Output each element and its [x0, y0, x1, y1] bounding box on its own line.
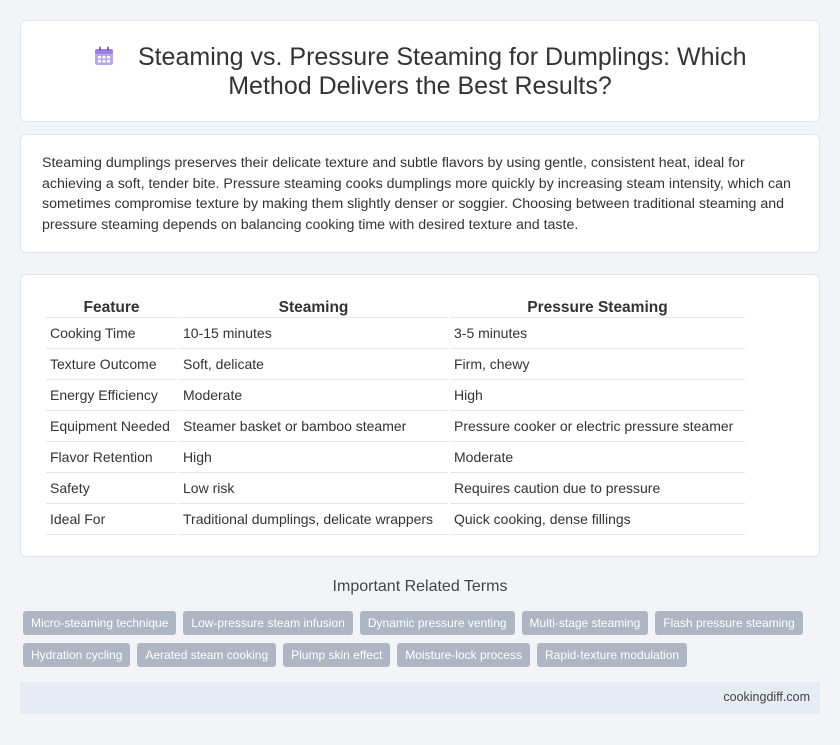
footer-site-link[interactable]: cookingdiff.com [723, 690, 810, 704]
table-header-row: Feature Steaming Pressure Steaming [46, 296, 745, 318]
table-cell: 10-15 minutes [179, 318, 448, 349]
table-cell: Flavor Retention [46, 442, 177, 473]
page-title: Steaming vs. Pressure Steaming for Dumpl… [137, 43, 747, 100]
table-cell: Low risk [179, 473, 448, 504]
table-cell: Requires caution due to pressure [450, 473, 745, 504]
footer: cookingdiff.com [20, 682, 820, 714]
table-row: Safety Low risk Requires caution due to … [46, 473, 745, 504]
table-cell: Energy Efficiency [46, 380, 177, 411]
related-terms-tags: Micro-steaming technique Low-pressure st… [23, 611, 813, 675]
table-row: Texture Outcome Soft, delicate Firm, che… [46, 349, 745, 380]
tag[interactable]: Multi-stage steaming [521, 611, 649, 635]
tag[interactable]: Rapid-texture modulation [536, 643, 688, 667]
title-card: Steaming vs. Pressure Steaming for Dumpl… [20, 20, 820, 122]
tag-row: Micro-steaming technique Low-pressure st… [23, 611, 813, 635]
header-feature: Feature [46, 296, 177, 318]
tag[interactable]: Hydration cycling [23, 643, 131, 667]
table-cell: Cooking Time [46, 318, 177, 349]
related-terms-title: Important Related Terms [332, 578, 508, 595]
tag[interactable]: Moisture-lock process [397, 643, 530, 667]
tag[interactable]: Low-pressure steam infusion [183, 611, 353, 635]
tag-row: Hydration cycling Aerated steam cooking … [23, 643, 813, 667]
table-cell: Moderate [179, 380, 448, 411]
table-cell: 3-5 minutes [450, 318, 745, 349]
table-cell: High [450, 380, 745, 411]
comparison-table-card: Feature Steaming Pressure Steaming Cooki… [20, 274, 820, 557]
table-cell: Moderate [450, 442, 745, 473]
tag[interactable]: Dynamic pressure venting [359, 611, 515, 635]
table-cell: Steamer basket or bamboo steamer [179, 411, 448, 442]
table-row: Ideal For Traditional dumplings, delicat… [46, 504, 745, 535]
tag[interactable]: Plump skin effect [283, 643, 391, 667]
table-cell: High [179, 442, 448, 473]
table-cell: Texture Outcome [46, 349, 177, 380]
table-row: Equipment Needed Steamer basket or bambo… [46, 411, 745, 442]
header-pressure-steaming: Pressure Steaming [450, 296, 745, 318]
table-row: Cooking Time 10-15 minutes 3-5 minutes [46, 318, 745, 349]
intro-card: Steaming dumplings preserves their delic… [20, 134, 820, 253]
table-cell: Firm, chewy [450, 349, 745, 380]
comparison-table: Feature Steaming Pressure Steaming Cooki… [44, 296, 747, 535]
table-cell: Equipment Needed [46, 411, 177, 442]
table-row: Flavor Retention High Moderate [46, 442, 745, 473]
table-cell: Safety [46, 473, 177, 504]
table-cell: Pressure cooker or electric pressure ste… [450, 411, 745, 442]
table-cell: Ideal For [46, 504, 177, 535]
tag[interactable]: Micro-steaming technique [23, 611, 177, 635]
title-wrap: Steaming vs. Pressure Steaming for Dumpl… [61, 43, 779, 101]
table-cell: Quick cooking, dense fillings [450, 504, 745, 535]
table-cell: Traditional dumplings, delicate wrappers [179, 504, 448, 535]
header-steaming: Steaming [179, 296, 448, 318]
tag[interactable]: Aerated steam cooking [137, 643, 277, 667]
calendar-icon [95, 46, 114, 65]
intro-paragraph: Steaming dumplings preserves their delic… [42, 155, 791, 233]
table-cell: Soft, delicate [179, 349, 448, 380]
table-row: Energy Efficiency Moderate High [46, 380, 745, 411]
tag[interactable]: Flash pressure steaming [655, 611, 803, 635]
